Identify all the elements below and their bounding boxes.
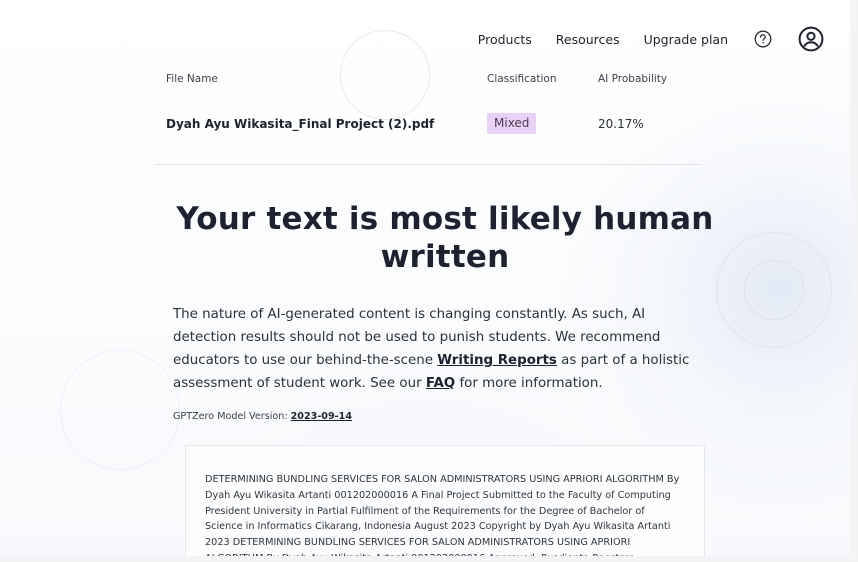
- scrollbar-track[interactable]: [850, 0, 858, 562]
- file-name-cell[interactable]: Dyah Ayu Wikasita_Final Project (2).pdf: [166, 117, 434, 131]
- column-header-classification: Classification: [487, 73, 557, 85]
- model-version-link[interactable]: 2023-09-14: [291, 411, 352, 422]
- ai-probability-value: 20.17%: [598, 117, 644, 131]
- document-text: DETERMINING BUNDLING SERVICES FOR SALON …: [205, 474, 680, 562]
- writing-reports-link[interactable]: Writing Reports: [437, 353, 557, 368]
- classification-badge: Mixed: [487, 113, 537, 134]
- decorative-ring: [744, 260, 804, 320]
- decorative-ring: [60, 350, 180, 470]
- nav-resources-link[interactable]: Resources: [556, 32, 620, 47]
- user-account-icon[interactable]: [798, 26, 824, 52]
- column-header-file-name: File Name: [166, 73, 218, 85]
- page: Products Resources Upgrade plan File Nam…: [0, 0, 858, 562]
- explanation-text: for more information.: [455, 376, 603, 391]
- help-icon[interactable]: [754, 30, 772, 48]
- nav-products-link[interactable]: Products: [478, 32, 532, 47]
- result-explanation: The nature of AI-generated content is ch…: [173, 303, 703, 395]
- result-headline: Your text is most likely human written: [176, 201, 714, 275]
- nav-upgrade-plan-link[interactable]: Upgrade plan: [644, 32, 728, 47]
- decorative-ring: [340, 30, 430, 120]
- model-version: GPTZero Model Version: 2023-09-14: [173, 411, 352, 422]
- bottom-edge: [0, 556, 858, 562]
- model-version-label: GPTZero Model Version:: [173, 411, 291, 422]
- divider: [154, 164, 702, 165]
- column-header-ai-probability: AI Probability: [598, 73, 668, 85]
- faq-link[interactable]: FAQ: [426, 376, 455, 391]
- top-nav: Products Resources Upgrade plan: [454, 26, 824, 52]
